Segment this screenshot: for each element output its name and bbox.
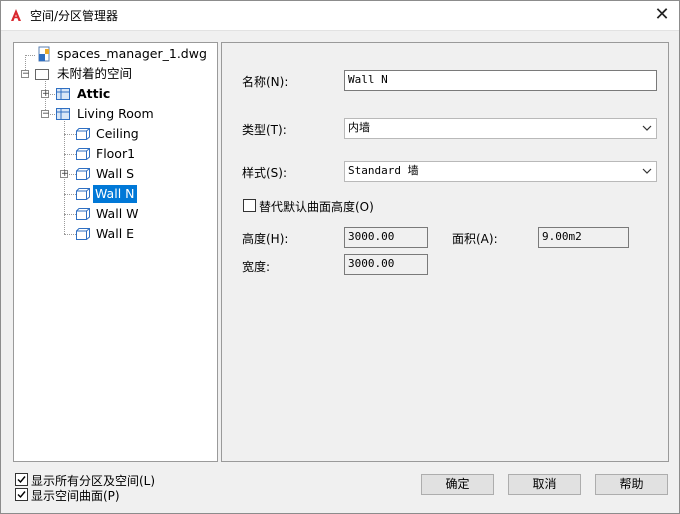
tree-item-label: Attic xyxy=(77,86,111,101)
style-label: 样式(S): xyxy=(242,166,288,180)
tree-item-wall-w[interactable]: Wall W xyxy=(14,205,214,223)
check-icon xyxy=(17,491,26,499)
tree-item-label: spaces_manager_1.dwg xyxy=(57,46,207,61)
zone-icon xyxy=(56,88,70,100)
close-button[interactable]: ✕ xyxy=(648,2,676,28)
tree-item-attic[interactable]: + Attic xyxy=(14,85,214,103)
override-height-checkbox[interactable] xyxy=(243,199,256,212)
folder-icon xyxy=(35,69,49,80)
override-height-label: 替代默认曲面高度(O) xyxy=(259,200,374,214)
tree-item-living-room[interactable]: − Living Room xyxy=(14,105,214,123)
surface-icon xyxy=(76,168,90,180)
zone-icon xyxy=(56,108,70,120)
height-label: 高度(H): xyxy=(242,232,289,246)
check-icon xyxy=(17,476,26,484)
show-space-surfaces-checkbox[interactable] xyxy=(15,488,28,501)
surface-icon xyxy=(76,148,90,160)
type-label: 类型(T): xyxy=(242,123,287,137)
window-title: 空间/分区管理器 xyxy=(30,9,119,23)
surface-icon xyxy=(76,188,90,200)
cancel-button[interactable]: 取消 xyxy=(508,474,581,495)
expand-toggle[interactable]: + xyxy=(41,90,50,99)
area-label: 面积(A): xyxy=(452,232,498,246)
surface-icon xyxy=(76,228,90,240)
name-label: 名称(N): xyxy=(242,75,289,89)
tree-item-wall-e[interactable]: Wall E xyxy=(14,225,214,243)
style-select[interactable]: Standard 墙 xyxy=(344,161,657,182)
tree-item-root-dwg[interactable]: spaces_manager_1.dwg xyxy=(14,45,214,63)
dwg-file-icon xyxy=(38,46,50,62)
autocad-app-icon xyxy=(11,9,21,21)
height-value: 3000.00 xyxy=(344,227,428,248)
help-button[interactable]: 帮助 xyxy=(595,474,668,495)
properties-panel xyxy=(221,42,669,462)
surface-icon xyxy=(76,208,90,220)
chevron-down-icon xyxy=(642,168,652,174)
collapse-toggle[interactable]: − xyxy=(21,70,30,79)
tree-item-unattached-spaces[interactable]: − 未附着的空间 xyxy=(14,65,214,83)
area-value: 9.00m2 xyxy=(538,227,629,248)
style-select-value: Standard 墙 xyxy=(348,164,419,177)
show-all-zones-checkbox[interactable] xyxy=(15,473,28,486)
tree-item-ceiling[interactable]: Ceiling xyxy=(14,125,214,143)
space-tree[interactable]: spaces_manager_1.dwg − 未附着的空间 + Attic − … xyxy=(13,42,218,462)
tree-item-label: Wall E xyxy=(96,226,135,241)
tree-item-floor1[interactable]: Floor1 xyxy=(14,145,214,163)
ok-button[interactable]: 确定 xyxy=(421,474,494,495)
tree-item-wall-s[interactable]: + Wall S xyxy=(14,165,214,183)
show-space-surfaces-label: 显示空间曲面(P) xyxy=(31,489,120,503)
collapse-toggle[interactable]: − xyxy=(41,110,50,119)
tree-item-label: Ceiling xyxy=(96,126,139,141)
width-value: 3000.00 xyxy=(344,254,428,275)
type-select[interactable]: 内墙 xyxy=(344,118,657,139)
expand-toggle[interactable]: + xyxy=(60,170,69,179)
chevron-down-icon xyxy=(642,125,652,131)
tree-item-label: 未附着的空间 xyxy=(57,66,133,81)
tree-item-label: Wall N xyxy=(93,185,137,203)
surface-icon xyxy=(76,128,90,140)
tree-item-label: Living Room xyxy=(77,106,154,121)
tree-item-label: Floor1 xyxy=(96,146,136,161)
tree-item-label: Wall S xyxy=(96,166,135,181)
width-label: 宽度: xyxy=(242,260,271,274)
name-input[interactable]: Wall N xyxy=(344,70,657,91)
tree-item-wall-n[interactable]: Wall N xyxy=(14,185,214,203)
type-select-value: 内墙 xyxy=(348,121,370,134)
tree-item-label: Wall W xyxy=(96,206,139,221)
